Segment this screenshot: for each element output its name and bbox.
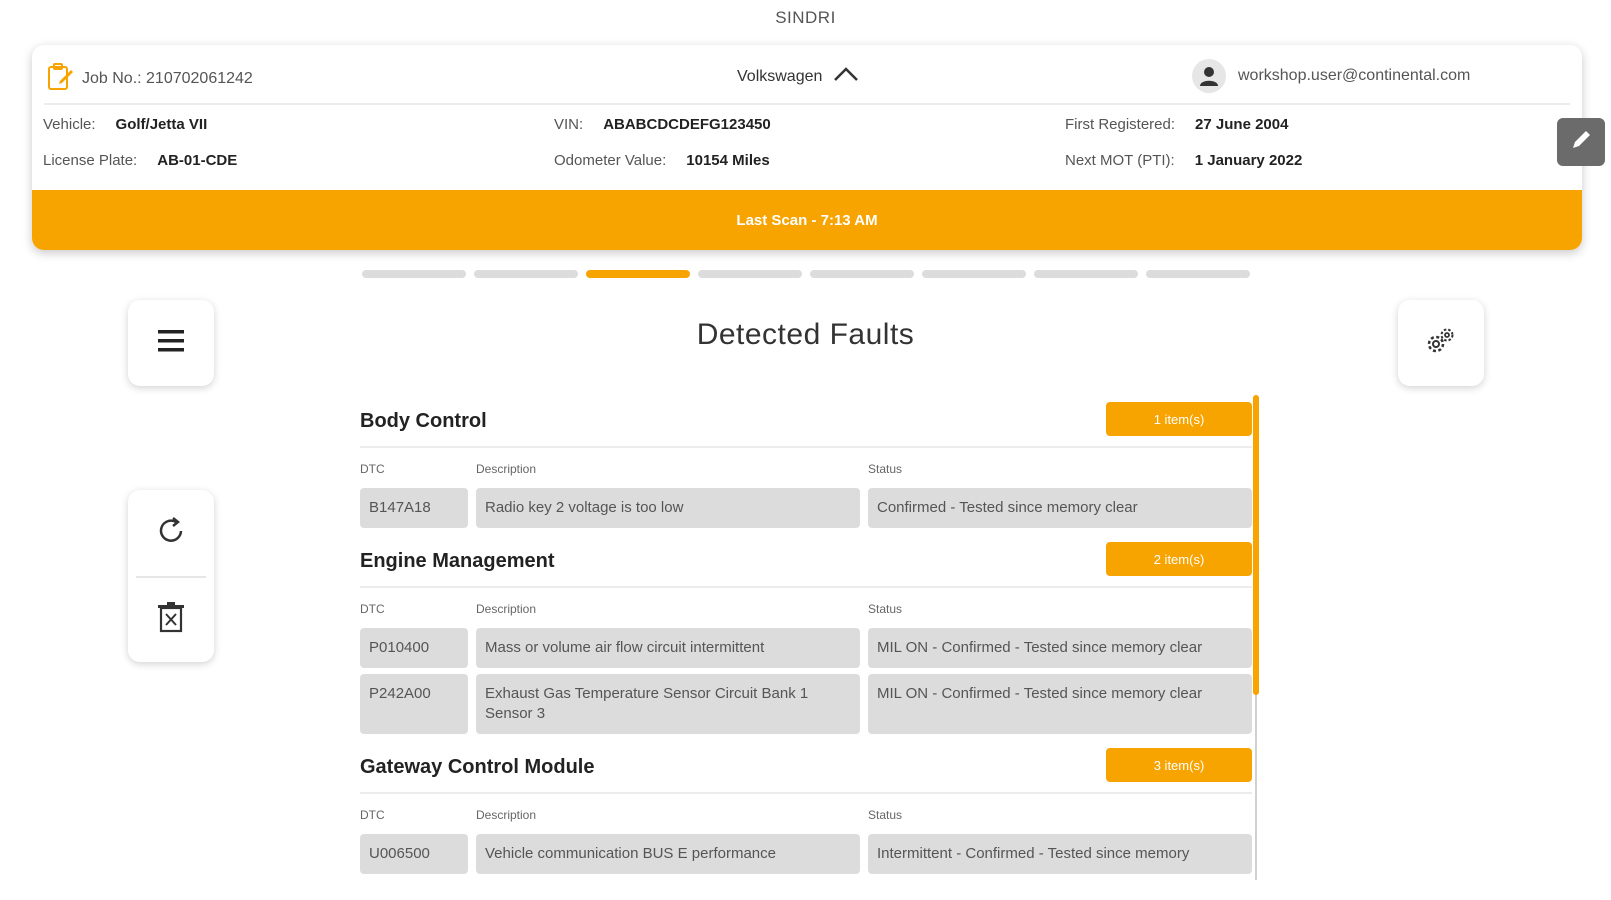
license-value: AB-01-CDE [157, 152, 238, 169]
vin-value: ABABCDCDEFG123450 [603, 116, 771, 133]
description-cell: Exhaust Gas Temperature Sensor Circuit B… [476, 674, 860, 734]
fault-row[interactable]: B147A18 Radio key 2 voltage is too low C… [360, 488, 1252, 528]
group-title: Body Control [360, 410, 487, 432]
vehicle-header-card: Job No.: 210702061242 Volkswagen worksho… [32, 45, 1582, 250]
scrollbar-thumb[interactable] [1253, 395, 1259, 695]
col-status: Status [868, 462, 903, 476]
user-account[interactable]: workshop.user@continental.com [1192, 59, 1470, 93]
next-mot-label: Next MOT (PTI): [1065, 152, 1175, 169]
fault-group-gateway-control-module: Gateway Control Module 3 item(s) DTC Des… [360, 744, 1252, 874]
page-title: Detected Faults [696, 318, 915, 351]
header-divider [44, 103, 1570, 105]
odometer-info: Odometer Value: 10154 Miles [554, 152, 770, 169]
col-description: Description [476, 602, 537, 616]
refresh-button[interactable] [128, 490, 214, 576]
make-selector[interactable]: Volkswagen [737, 65, 860, 88]
progress-step [362, 270, 466, 278]
job-number: Job No.: 210702061242 [82, 69, 253, 87]
delete-button[interactable] [128, 576, 214, 662]
description-cell: Mass or volume air flow circuit intermit… [476, 628, 860, 668]
fault-row[interactable]: U006500 Vehicle communication BUS E perf… [360, 834, 1252, 874]
group-header: Gateway Control Module 3 item(s) [360, 744, 1252, 794]
last-scan-bar: Last Scan - 7:13 AM [32, 190, 1582, 250]
vin-info: VIN: ABABCDCDEFG123450 [554, 116, 771, 133]
fault-group-engine-management: Engine Management 2 item(s) DTC Descript… [360, 538, 1252, 734]
col-description: Description [476, 462, 537, 476]
progress-step [810, 270, 914, 278]
fault-list: Body Control 1 item(s) DTC Description S… [360, 398, 1252, 880]
clipboard-edit-icon [46, 61, 74, 96]
vehicle-info: Vehicle: Golf/Jetta VII [43, 116, 207, 133]
tool-stack [128, 490, 214, 662]
odometer-label: Odometer Value: [554, 152, 667, 169]
column-headers: DTC Description Status [360, 456, 1252, 482]
fault-group-body-control: Body Control 1 item(s) DTC Description S… [360, 398, 1252, 528]
pencil-icon [1568, 127, 1594, 158]
group-header: Engine Management 2 item(s) [360, 538, 1252, 588]
col-description: Description [476, 808, 537, 822]
first-registered-label: First Registered: [1065, 116, 1176, 133]
item-count-button[interactable]: 3 item(s) [1106, 748, 1252, 782]
fault-row[interactable]: P010400 Mass or volume air flow circuit … [360, 628, 1252, 668]
fault-row[interactable]: P242A00 Exhaust Gas Temperature Sensor C… [360, 674, 1252, 734]
status-cell: Confirmed - Tested since memory clear [868, 488, 1252, 528]
dtc-cell: U006500 [360, 834, 468, 874]
column-headers: DTC Description Status [360, 596, 1252, 622]
column-headers: DTC Description Status [360, 802, 1252, 828]
progress-step [698, 270, 802, 278]
refresh-icon [154, 514, 188, 553]
vehicle-value: Golf/Jetta VII [115, 116, 208, 133]
col-dtc: DTC [360, 462, 385, 476]
group-title: Gateway Control Module [360, 756, 595, 778]
app-title: SINDRI [775, 8, 836, 27]
group-header: Body Control 1 item(s) [360, 398, 1252, 448]
progress-step [1146, 270, 1250, 278]
vehicle-make: Volkswagen [737, 67, 823, 85]
job-info: Job No.: 210702061242 [46, 61, 253, 96]
next-mot-value: 1 January 2022 [1194, 152, 1303, 169]
user-icon [1192, 59, 1226, 93]
col-dtc: DTC [360, 808, 385, 822]
trash-icon [155, 600, 187, 639]
odometer-value: 10154 Miles [686, 152, 770, 169]
status-cell: MIL ON - Confirmed - Tested since memory… [868, 628, 1252, 668]
description-cell: Radio key 2 voltage is too low [476, 488, 860, 528]
dtc-cell: B147A18 [360, 488, 468, 528]
vin-label: VIN: [554, 116, 584, 133]
last-scan-text: Last Scan - 7:13 AM [736, 211, 878, 229]
status-cell: MIL ON - Confirmed - Tested since memory… [868, 674, 1252, 734]
first-registered-info: First Registered: 27 June 2004 [1065, 116, 1288, 133]
progress-step-active [586, 270, 690, 278]
item-count-button[interactable]: 2 item(s) [1106, 542, 1252, 576]
edit-vehicle-button[interactable] [1557, 118, 1605, 166]
progress-steps [362, 270, 1250, 278]
progress-step [1034, 270, 1138, 278]
item-count-button[interactable]: 1 item(s) [1106, 402, 1252, 436]
vehicle-label: Vehicle: [43, 116, 96, 133]
license-info: License Plate: AB-01-CDE [43, 152, 237, 169]
user-email: workshop.user@continental.com [1238, 67, 1471, 84]
dtc-cell: P242A00 [360, 674, 468, 734]
status-cell: Intermittent - Confirmed - Tested since … [868, 834, 1252, 874]
col-dtc: DTC [360, 602, 385, 616]
progress-step [474, 270, 578, 278]
description-cell: Vehicle communication BUS E performance [476, 834, 860, 874]
first-registered-value: 27 June 2004 [1195, 116, 1289, 133]
progress-step [922, 270, 1026, 278]
dtc-cell: P010400 [360, 628, 468, 668]
group-title: Engine Management [360, 550, 555, 572]
chevron-up-icon[interactable] [832, 65, 860, 88]
license-label: License Plate: [43, 152, 138, 169]
col-status: Status [868, 808, 903, 822]
col-status: Status [868, 602, 903, 616]
next-mot-info: Next MOT (PTI): 1 January 2022 [1065, 152, 1302, 169]
header-top-bar: Job No.: 210702061242 Volkswagen worksho… [32, 45, 1582, 105]
